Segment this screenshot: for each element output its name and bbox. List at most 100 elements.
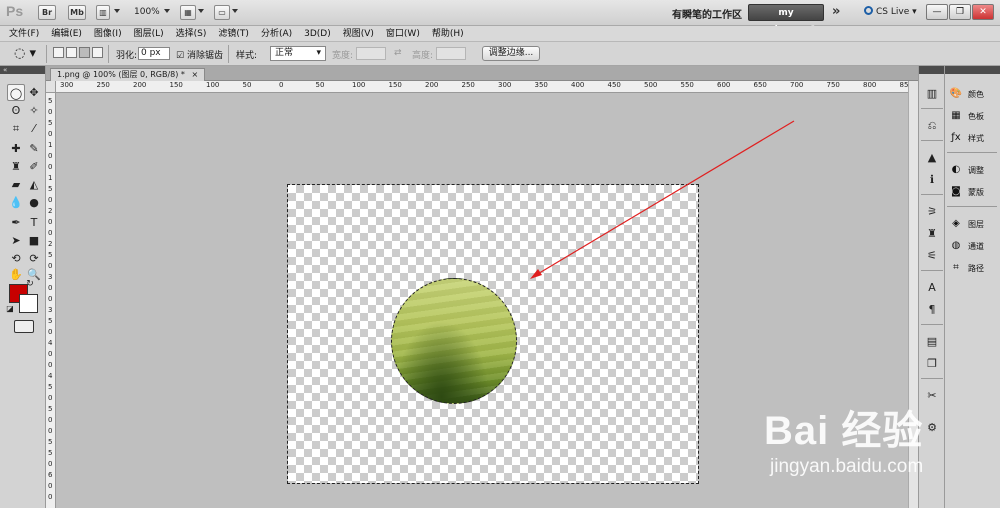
rectangle-tool-icon[interactable]: ■ [25, 232, 43, 249]
hand-tool-icon[interactable]: ✋ [7, 266, 25, 283]
menu-window[interactable]: 窗口(W) [386, 26, 420, 41]
type-tool-icon[interactable]: T [25, 214, 43, 231]
history-brush-tool-icon[interactable]: ✐ [25, 158, 43, 175]
ruler-tick-label: 0 [48, 284, 53, 292]
ruler-tick-label: 4 [48, 372, 53, 380]
info-icon[interactable]: ℹ [924, 172, 940, 188]
eraser-tool-icon[interactable]: ▰ [7, 176, 25, 193]
elliptical-marquee-preset-icon[interactable]: ◌ ▾ [14, 46, 36, 61]
bridge-button[interactable]: Br [38, 5, 56, 20]
ruler-tick-label: 550 [680, 81, 694, 89]
crop-tool-icon[interactable]: ⌗ [7, 120, 25, 137]
width-label: 宽度: [332, 51, 354, 61]
history-icon[interactable]: ⎌ [924, 118, 940, 134]
zoom-level[interactable]: 100% [134, 7, 160, 17]
blur-tool-icon[interactable]: 💧 [7, 194, 25, 211]
paragraph-icon[interactable]: ¶ [924, 302, 940, 318]
tool-presets-icon[interactable]: ⚟ [924, 248, 940, 264]
brush-tool-icon[interactable]: ✎ [25, 140, 43, 157]
3d-rotate-tool-icon[interactable]: ⟲ [7, 250, 25, 267]
new-selection-icon[interactable] [53, 47, 64, 58]
menu-file[interactable]: 文件(F) [9, 26, 39, 41]
clone-stamp-tool-icon[interactable]: ♜ [7, 158, 25, 175]
screen-mode-icon[interactable]: ▭ [214, 5, 230, 20]
notes-icon[interactable]: ▤ [924, 334, 940, 350]
dodge-tool-icon[interactable]: ● [25, 194, 43, 211]
menu-edit[interactable]: 编辑(E) [51, 26, 82, 41]
panel-adjustments[interactable]: ◐ 调整 [949, 162, 984, 178]
antialias-checkbox[interactable]: ☑ 消除锯齿 [176, 48, 223, 61]
transparent-canvas[interactable] [287, 184, 699, 484]
add-to-selection-icon[interactable] [66, 47, 77, 58]
menu-analysis[interactable]: 分析(A) [261, 26, 292, 41]
document-tab[interactable]: 1.png @ 100% (图层 0, RGB/8) * × [50, 68, 206, 81]
background-color-swatch[interactable] [19, 294, 38, 313]
path-selection-tool-icon[interactable]: ➤ [7, 232, 25, 249]
panel-masks[interactable]: ◙ 蒙版 [949, 184, 984, 200]
paint-bucket-tool-icon[interactable]: ◭ [25, 176, 43, 193]
divider [947, 206, 997, 207]
panel-channels[interactable]: ◍ 通道 [949, 238, 984, 254]
swap-colors-icon[interactable]: ↻ [24, 278, 36, 290]
intersect-selection-icon[interactable] [92, 47, 103, 58]
chevron-down-icon: ▾ [316, 48, 321, 58]
close-tab-icon[interactable]: × [191, 70, 198, 79]
menu-view[interactable]: 视图(V) [343, 26, 374, 41]
menu-3d[interactable]: 3D(D) [304, 26, 331, 41]
panel-styles[interactable]: ƒx 样式 [949, 130, 984, 146]
subtract-from-selection-icon[interactable] [79, 47, 90, 58]
layer-comps-icon[interactable]: ❐ [924, 356, 940, 372]
restore-button[interactable]: ❐ [949, 4, 971, 20]
clone-source-icon[interactable]: ♜ [924, 226, 940, 242]
histogram-icon[interactable]: ▥ [924, 86, 940, 102]
more-workspaces-icon[interactable]: » [832, 4, 840, 19]
feather-input[interactable]: 0 px [138, 47, 170, 60]
menu-select[interactable]: 选择(S) [176, 26, 207, 41]
cs-live-button[interactable]: CS Live ▾ [864, 6, 917, 17]
workspace-switcher-button[interactable]: my workspace1 [748, 4, 824, 35]
menu-filter[interactable]: 滤镜(T) [218, 26, 249, 41]
3d-orbit-tool-icon[interactable]: ⟳ [25, 250, 43, 267]
character-icon[interactable]: A [924, 280, 940, 296]
move-tool-icon[interactable]: ✥ [25, 84, 43, 101]
panel-paths[interactable]: ⌗ 路径 [949, 260, 984, 276]
ruler-tick-label: 3 [48, 273, 53, 281]
navigator-icon[interactable]: ▲ [924, 150, 940, 166]
panel-collapse-icon[interactable]: « [0, 66, 45, 74]
quick-mask-icon[interactable] [14, 320, 34, 333]
ruler-tick-label: 300 [498, 81, 512, 89]
lasso-tool-icon[interactable]: ʘ [7, 102, 25, 119]
menu-help[interactable]: 帮助(H) [432, 26, 464, 41]
magic-wand-tool-icon[interactable]: ✧ [25, 102, 43, 119]
chevron-down-icon[interactable] [164, 9, 170, 13]
horizontal-ruler[interactable]: 300 250 200 150 100 50 0 50 100 150 200 250 300 350 40… [56, 81, 908, 93]
healing-brush-tool-icon[interactable]: ✚ [7, 140, 25, 157]
palette-icon: 🎨 [949, 88, 963, 99]
vertical-ruler[interactable]: 5 0 5 0 1 0 0 1 5 0 2 0 0 2 5 0 3 0 0 3 5 0 4 0 0 4 5 0 5 0 0 5 5 0 6 0 0 [46, 93, 56, 508]
workspace-title[interactable]: 有瞬笔的工作区 [672, 6, 742, 21]
eyedropper-tool-icon[interactable]: ⁄ [25, 120, 43, 137]
menu-layer[interactable]: 图层(L) [134, 26, 164, 41]
refine-edge-button[interactable]: 调整边缘... [482, 46, 540, 61]
panel-color[interactable]: 🎨 颜色 [949, 86, 984, 102]
chevron-down-icon[interactable] [232, 9, 238, 13]
minimize-button[interactable]: — [926, 4, 948, 20]
close-button[interactable]: ✕ [972, 4, 994, 20]
ruler-tick-label: 250 [96, 81, 110, 89]
style-select[interactable]: 正常 ▾ [270, 46, 326, 61]
panel-swatches[interactable]: ▦ 色板 [949, 108, 984, 124]
panel-layers[interactable]: ◈ 图层 [949, 216, 984, 232]
elliptical-marquee-tool-icon[interactable]: ◯ [7, 84, 25, 101]
ruler-origin[interactable] [46, 81, 56, 93]
menu-image[interactable]: 图像(I) [94, 26, 122, 41]
ruler-tick-label: 650 [753, 81, 767, 89]
chevron-down-icon[interactable] [198, 9, 204, 13]
pen-tool-icon[interactable]: ✒ [7, 214, 25, 231]
arrange-documents-icon[interactable]: ▦ [180, 5, 196, 20]
extras-icon[interactable]: ▥ [96, 5, 110, 20]
default-colors-icon[interactable]: ◪ [5, 304, 15, 314]
brush-presets-icon[interactable]: ⚞ [924, 204, 940, 220]
minibridge-button[interactable]: Mb [68, 5, 86, 20]
chevron-down-icon[interactable] [114, 9, 120, 13]
circular-selection-image[interactable] [391, 278, 517, 404]
